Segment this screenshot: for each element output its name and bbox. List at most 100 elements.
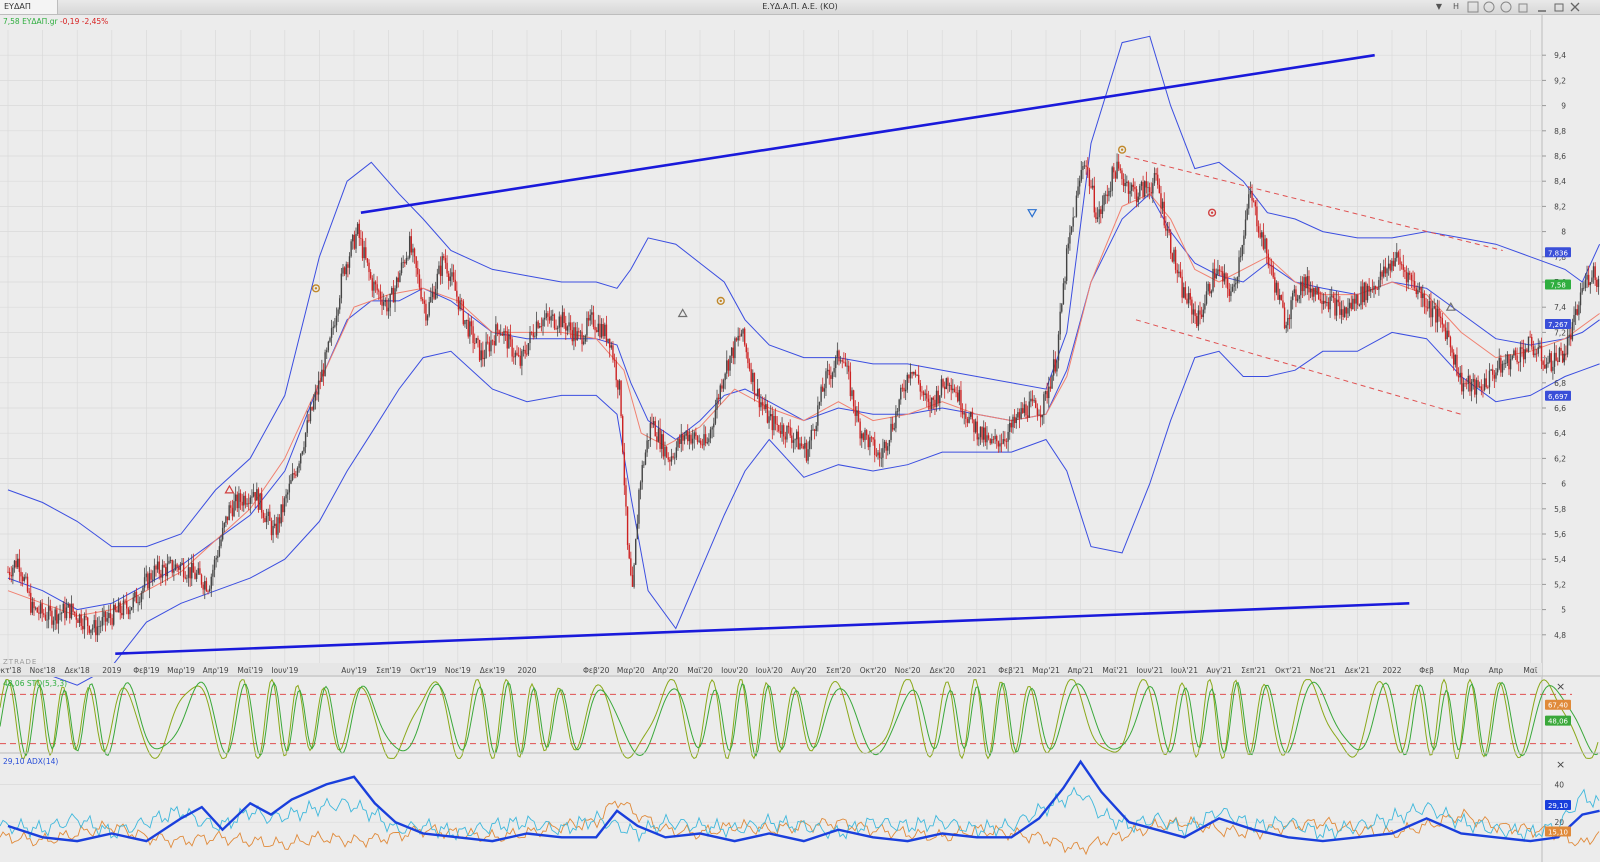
candle-body <box>1197 310 1200 327</box>
candle-body <box>1441 318 1444 325</box>
h-button[interactable]: H <box>1450 1 1462 13</box>
candle-body <box>114 604 117 611</box>
candle-body <box>215 557 217 560</box>
candle-body <box>618 380 621 390</box>
candle-body <box>1583 287 1585 289</box>
candle-body <box>41 603 43 614</box>
candle-body <box>724 373 726 381</box>
candle-body <box>586 317 588 336</box>
candle-body <box>1165 225 1167 231</box>
candle-body <box>1065 248 1068 281</box>
candle-body <box>313 400 315 410</box>
candle-body <box>719 385 721 400</box>
candle-body <box>633 564 635 587</box>
candle-body <box>605 324 608 342</box>
candle-body <box>54 609 56 621</box>
candle-body <box>1020 408 1022 419</box>
window-title: Ε.ΥΔ.Α.Π. Α.Ε. (ΚΟ) <box>762 2 838 11</box>
candle-body <box>225 516 227 523</box>
candle-body <box>290 480 292 484</box>
candle-body <box>1490 369 1492 371</box>
candle-body <box>1103 194 1105 206</box>
candle-body <box>257 489 260 510</box>
candle-body <box>311 407 313 410</box>
candle-body <box>872 437 874 440</box>
candle-body <box>444 258 447 263</box>
candle-body <box>98 626 100 627</box>
candle-body <box>1360 286 1362 305</box>
candle-body <box>39 603 42 614</box>
candle-body <box>895 411 897 429</box>
restore-icon[interactable] <box>1554 3 1564 12</box>
candle-body <box>875 454 878 456</box>
candle-body <box>513 356 515 358</box>
candle-body <box>1483 378 1486 390</box>
candle-body <box>316 391 318 395</box>
candle-body <box>461 300 463 302</box>
chart-canvas[interactable]: 9,49,298,88,68,48,287,87,67,47,276,86,66… <box>0 15 1600 862</box>
candle-body <box>65 607 68 619</box>
candle-body <box>173 570 175 573</box>
candle-body <box>1150 192 1152 194</box>
help-icon[interactable] <box>1500 1 1512 13</box>
candle-body <box>867 435 869 448</box>
candle-body <box>1194 309 1196 317</box>
candle-body <box>917 374 920 384</box>
candle-body <box>1113 167 1115 173</box>
candle-body <box>1166 229 1169 231</box>
candle-body <box>1513 350 1515 356</box>
stochastic-close-icon[interactable]: × <box>1556 680 1565 693</box>
close-window-icon[interactable] <box>1570 2 1580 12</box>
adx-close-icon[interactable]: × <box>1556 758 1565 771</box>
link-icon[interactable] <box>1483 1 1495 13</box>
candle-body <box>716 397 718 410</box>
symbol-tab[interactable]: ΕΥΔΑΠ <box>0 0 58 14</box>
candle-body <box>1545 364 1548 369</box>
price-tick-label: 9,2 <box>1554 76 1566 85</box>
candle-body <box>267 511 269 517</box>
candle-body <box>960 389 962 411</box>
candle-body <box>1087 166 1089 170</box>
candle-body <box>1135 189 1138 203</box>
candle-body <box>1142 182 1144 197</box>
candle-body <box>1389 263 1391 271</box>
candle-body <box>1524 349 1526 360</box>
candle-body <box>896 411 899 413</box>
candle-body <box>1368 285 1370 292</box>
candle-body <box>12 567 14 577</box>
candle-body <box>1431 308 1434 318</box>
time-tick-label: Αυγ'19 <box>341 666 367 675</box>
candle-body <box>485 341 487 358</box>
candle-body <box>95 620 97 636</box>
candle-body <box>381 299 383 306</box>
candle-body <box>1466 383 1468 385</box>
candle-body <box>399 273 401 283</box>
candle-body <box>548 316 551 321</box>
candle-body <box>1397 252 1400 258</box>
time-tick-label: Δεκ'18 <box>65 666 90 675</box>
candle-body <box>25 576 27 578</box>
candle-body <box>15 560 17 568</box>
candle-body <box>1316 287 1318 295</box>
dropdown-arrow-icon[interactable]: ▼ <box>1432 1 1446 13</box>
candle-body <box>1305 277 1307 289</box>
candle-body <box>1217 269 1219 275</box>
candle-body <box>236 494 238 509</box>
candle-body <box>522 349 525 352</box>
candle-body <box>36 607 38 613</box>
candle-body <box>532 332 534 337</box>
candle-body <box>259 493 261 510</box>
candle-body <box>1326 301 1328 304</box>
candle-body <box>563 312 565 324</box>
lock-icon[interactable] <box>1518 3 1528 13</box>
panel-layout-icon[interactable] <box>1467 1 1479 13</box>
candle-body <box>119 602 121 614</box>
candle-body <box>862 433 865 441</box>
candle-body <box>217 556 219 558</box>
candle-body <box>909 371 912 379</box>
candle-body <box>1147 187 1149 189</box>
candle-body <box>922 391 925 396</box>
candle-body <box>857 410 860 422</box>
candle-body <box>478 339 481 361</box>
candle-body <box>677 438 679 448</box>
